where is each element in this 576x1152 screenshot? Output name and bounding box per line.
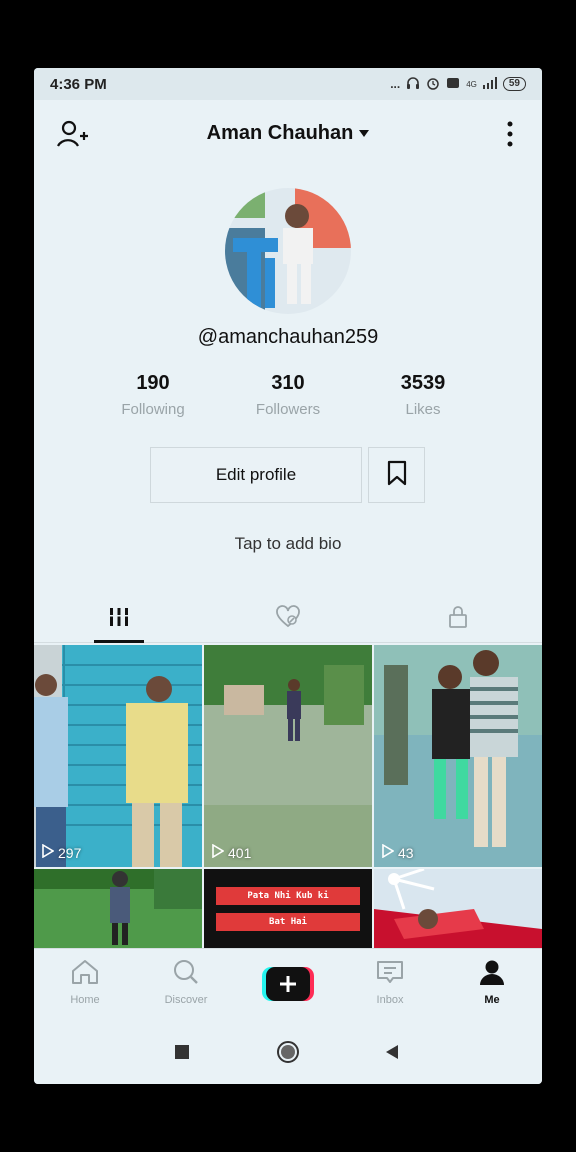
hidden-heart-icon [275,604,301,634]
add-friend-icon[interactable] [56,118,88,150]
stat-following[interactable]: 190 Following [98,372,208,418]
play-icon [42,843,55,861]
bottom-navigation: Home Discover Inbox Me [34,948,542,1018]
video-thumbnail[interactable]: 401 [204,645,372,867]
caret-down-icon [359,129,370,137]
following-label: Following [121,401,185,418]
view-count-value: 43 [398,844,414,861]
video-thumbnail[interactable] [374,869,542,948]
tab-liked[interactable] [248,595,328,643]
nav-discover[interactable]: Discover [146,959,226,1006]
view-count: 297 [42,843,82,861]
recent-apps-icon[interactable] [174,1044,190,1065]
lock-icon [447,605,469,634]
more-options-icon[interactable] [500,118,520,150]
stat-followers[interactable]: 310 Followers [233,372,343,418]
profile-icon [477,959,507,990]
create-video-button[interactable] [262,967,314,1001]
active-tab-indicator [94,640,144,643]
view-count-value: 297 [58,844,82,861]
nav-discover-label: Discover [164,994,208,1006]
home-icon [70,959,100,990]
nav-inbox[interactable]: Inbox [350,959,430,1006]
video-text-overlay-1: Pata Nhi Kub ki [216,887,360,905]
signal-icon [482,76,497,92]
more-dots: ... [390,77,401,91]
stat-likes[interactable]: 3539 Likes [368,372,478,418]
username: @amanchauhan259 [197,326,379,348]
nav-inbox-label: Inbox [376,994,404,1006]
tab-videos[interactable] [79,595,159,643]
video-thumbnail[interactable]: Pata Nhi Kub ki Bat Hai [204,869,372,948]
account-name: Aman Chauhan [206,121,354,144]
tab-private[interactable] [418,595,498,643]
following-count: 190 [136,372,170,394]
network-type: 4G [466,79,477,89]
battery-indicator: 59 [502,77,526,91]
video-grid: 297 401 43 Pata Nhi Kub ki Bat Hai [34,645,542,948]
home-button-icon[interactable] [276,1040,300,1069]
status-icons: ... 4G 59 [390,76,526,93]
add-bio-prompt[interactable]: Tap to add bio [34,534,542,554]
nav-home-label: Home [70,994,100,1006]
system-navigation-bar [34,1018,542,1084]
grid-videos-icon [108,606,130,633]
followers-label: Followers [255,401,321,418]
profile-stats: 190 Following 310 Followers 3539 Likes [98,372,478,418]
headphone-icon [406,76,420,93]
nav-me-label: Me [484,994,500,1006]
content-tabs [34,595,542,643]
volte-icon [446,76,460,93]
nav-me[interactable]: Me [452,959,532,1006]
video-thumbnail[interactable]: 297 [34,645,202,867]
alarm-icon [426,76,440,93]
followers-count: 310 [271,372,305,394]
likes-count: 3539 [400,372,446,394]
video-text-overlay-2: Bat Hai [216,913,360,931]
video-thumbnail[interactable]: 43 [374,645,542,867]
likes-label: Likes [405,401,441,418]
view-count-value: 401 [228,844,252,861]
search-icon [171,959,201,990]
video-thumbnail[interactable] [34,869,202,948]
play-icon [212,843,225,861]
back-icon[interactable] [384,1044,400,1065]
bookmark-icon [386,460,408,491]
status-time: 4:36 PM [50,75,107,93]
profile-avatar[interactable] [225,188,351,314]
nav-home[interactable]: Home [45,959,125,1006]
profile-header: Aman Chauhan [34,100,542,166]
view-count: 401 [212,843,252,861]
bookmarks-button[interactable] [368,447,425,503]
account-switcher[interactable]: Aman Chauhan [207,122,370,145]
play-icon [382,843,395,861]
status-bar: 4:36 PM ... 4G 59 [34,68,542,100]
edit-profile-button[interactable]: Edit profile [150,447,362,503]
inbox-icon [375,959,405,990]
view-count: 43 [382,843,414,861]
phone-screen: 4:36 PM ... 4G 59 Aman Chauhan @amanchau… [34,68,542,1084]
